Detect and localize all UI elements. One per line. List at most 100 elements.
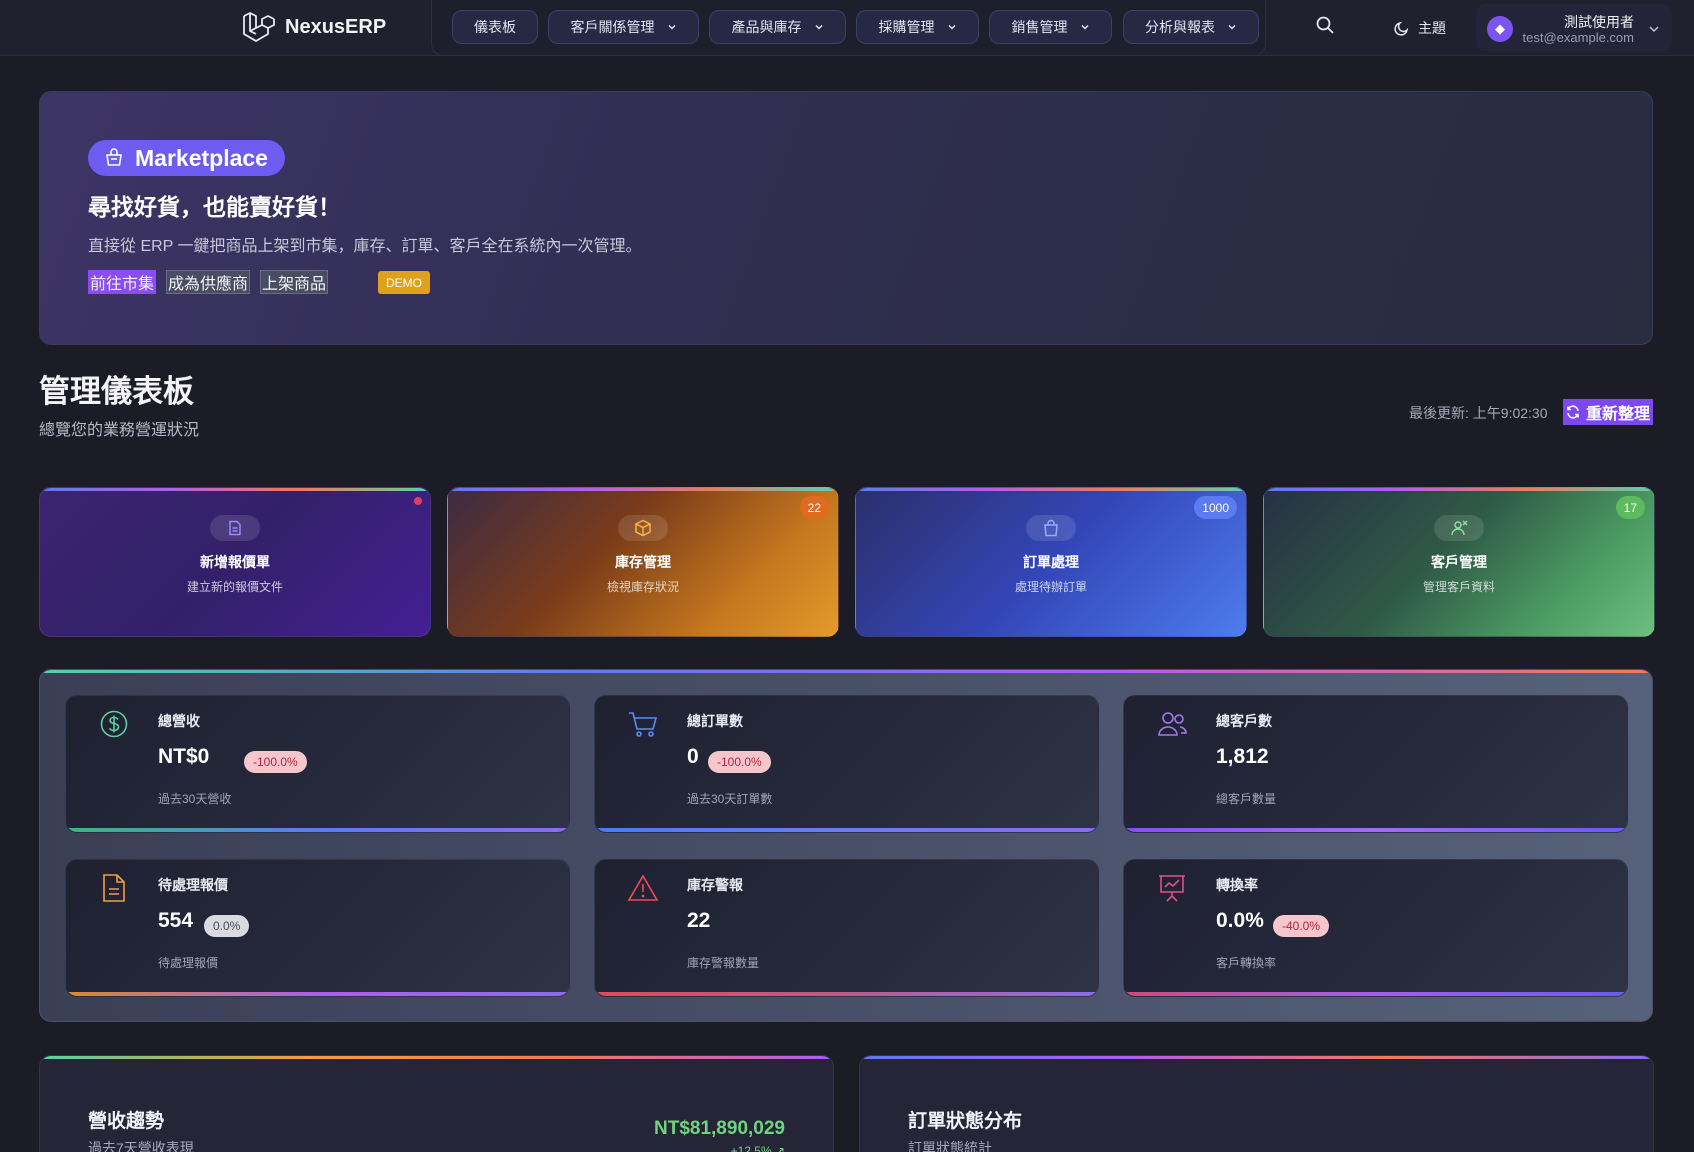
- marketplace-label: Marketplace: [135, 144, 268, 171]
- stat-label: 總訂單數: [687, 713, 743, 729]
- revenue-trend-card: 營收趨勢 過去7天營收表現 NT$81,890,029 +12.5% ↗: [39, 1055, 834, 1152]
- stat-label: 待處理報價: [158, 877, 228, 893]
- stat-inventory-alerts: 庫存警報 22 庫存警報數量: [594, 859, 1099, 997]
- search-icon: [1316, 16, 1334, 34]
- demo-tag: DEMO: [378, 271, 430, 294]
- chevron-down-icon: [667, 24, 676, 30]
- nav-sales[interactable]: 銷售管理: [989, 10, 1112, 44]
- nav-label: 銷售管理: [1011, 19, 1068, 35]
- shopping-bag-icon: [1026, 515, 1076, 541]
- presentation-chart-icon: [1154, 870, 1190, 906]
- card-subtitle: 過去7天營收表現: [88, 1140, 194, 1152]
- card-accent-line: [856, 488, 1246, 491]
- card-title: 營收趨勢: [88, 1111, 165, 1132]
- cart-icon: [625, 706, 661, 742]
- marketplace-pill: Marketplace: [88, 140, 285, 176]
- search-button[interactable]: [1315, 15, 1335, 35]
- stat-value: 22: [687, 909, 711, 932]
- notification-dot: [414, 497, 422, 505]
- revenue-total: NT$81,890,029: [654, 1118, 785, 1139]
- stat-note: 過去30天營收: [158, 792, 232, 806]
- card-accent-line: [1264, 488, 1654, 491]
- stat-accent-line: [1124, 992, 1627, 996]
- hero-subtitle: 直接從 ERP 一鍵把商品上架到市集，庫存、訂單、客戶全在系統內一次管理。: [88, 238, 642, 255]
- refresh-icon: [1567, 405, 1579, 419]
- refresh-label: 重新整理: [1585, 406, 1650, 423]
- stat-label: 庫存警報: [687, 877, 743, 893]
- nav-products[interactable]: 產品與庫存: [709, 10, 846, 44]
- last-updated: 最後更新: 上午9:02:30: [1409, 405, 1548, 421]
- nav-label: 分析與報表: [1145, 19, 1215, 35]
- user-name: 測試使用者: [1564, 14, 1634, 30]
- page-title: 管理儀表板: [39, 374, 194, 409]
- action-title: 客戶管理: [1431, 554, 1487, 570]
- badge-count: 17: [1615, 496, 1645, 519]
- order-status-card: 訂單狀態分布 訂單狀態統計: [859, 1055, 1654, 1152]
- nav-label: 客戶關係管理: [570, 19, 655, 35]
- action-inventory[interactable]: 22 庫存管理 檢視庫存狀況: [447, 487, 839, 637]
- stat-pending-quotes: 待處理報價 554 0.0% 待處理報價: [65, 859, 570, 997]
- top-navbar: NexusERP 儀表板 客戶關係管理 產品與庫存 採購管理 銷售管理 分析與報…: [0, 0, 1694, 56]
- stat-note: 客戶轉換率: [1216, 956, 1277, 970]
- stat-note: 過去30天訂單數: [687, 792, 773, 806]
- stat-accent-line: [1124, 828, 1627, 832]
- brand-name: NexusERP: [285, 15, 387, 38]
- stats-panel: 總營收 NT$0 -100.0% 過去30天營收 總訂單數 0 -100.0% …: [39, 669, 1653, 1022]
- hero-title: 尋找好貨，也能賣好貨！: [88, 194, 341, 220]
- nav-dashboard[interactable]: 儀表板: [452, 10, 538, 44]
- theme-label: 主題: [1418, 20, 1446, 36]
- users-icon: [1154, 706, 1190, 742]
- stat-value: NT$0: [158, 745, 210, 768]
- customer-icon: [1434, 515, 1484, 541]
- main-nav: 儀表板 客戶關係管理 產品與庫存 採購管理 銷售管理 分析與報表: [431, 0, 1266, 56]
- chevron-down-icon: [814, 24, 823, 30]
- action-subtitle: 建立新的報價文件: [186, 580, 283, 594]
- brand[interactable]: NexusERP: [241, 10, 386, 44]
- refresh-button[interactable]: 重新整理: [1563, 399, 1653, 425]
- file-icon: [96, 870, 132, 906]
- action-new-quote[interactable]: 新增報價單 建立新的報價文件: [39, 487, 431, 637]
- stat-accent-line: [66, 828, 569, 832]
- nav-analytics[interactable]: 分析與報表: [1123, 10, 1259, 44]
- warning-icon: [625, 870, 661, 906]
- stat-total-orders: 總訂單數 0 -100.0% 過去30天訂單數: [594, 695, 1099, 833]
- go-to-market-button[interactable]: 前往市集: [88, 270, 157, 294]
- nav-label: 產品與庫存: [731, 19, 802, 35]
- logo-icon: [243, 12, 275, 42]
- panel-accent-line: [40, 670, 1652, 673]
- nav-label: 儀表板: [474, 19, 516, 35]
- card-title: 訂單狀態分布: [908, 1111, 1023, 1132]
- action-subtitle: 檢視庫存狀況: [606, 580, 679, 594]
- stat-conversion-rate: 轉換率 0.0% -40.0% 客戶轉換率: [1123, 859, 1628, 997]
- document-icon: [210, 515, 260, 541]
- stat-value: 1,812: [1216, 745, 1269, 768]
- card-accent-line: [860, 1056, 1653, 1059]
- stat-accent-line: [595, 992, 1098, 996]
- stat-accent-line: [66, 992, 569, 996]
- nav-crm[interactable]: 客戶關係管理: [548, 10, 699, 44]
- chevron-down-icon: [1080, 24, 1089, 30]
- card-accent-line: [448, 488, 838, 491]
- card-accent-line: [40, 488, 430, 491]
- action-customers[interactable]: 17 客戶管理 管理客戶資料: [1263, 487, 1655, 637]
- stat-label: 轉換率: [1216, 877, 1258, 893]
- stat-change-badge: 0.0%: [204, 915, 250, 937]
- nav-purchasing[interactable]: 採購管理: [856, 10, 979, 44]
- action-orders[interactable]: 1000 訂單處理 處理待辦訂單: [855, 487, 1247, 637]
- action-subtitle: 管理客戶資料: [1422, 580, 1495, 594]
- stat-change-badge: -100.0%: [244, 751, 307, 773]
- become-supplier-button[interactable]: 成為供應商: [166, 270, 251, 294]
- stat-note: 總客戶數量: [1216, 792, 1277, 806]
- stat-value: 554: [158, 909, 194, 932]
- action-title: 新增報價單: [200, 554, 270, 570]
- chevron-down-icon: [1649, 26, 1659, 33]
- stat-change-badge: -100.0%: [708, 751, 771, 773]
- stat-note: 待處理報價: [158, 956, 219, 970]
- badge-count: 1000: [1194, 496, 1237, 519]
- theme-toggle[interactable]: 主題: [1394, 18, 1446, 38]
- user-menu[interactable]: ◆ 測試使用者 test@example.com: [1476, 4, 1672, 52]
- card-accent-line: [40, 1056, 833, 1059]
- stat-label: 總營收: [158, 713, 200, 729]
- list-product-button[interactable]: 上架商品: [260, 270, 329, 294]
- moon-icon: [1394, 21, 1409, 36]
